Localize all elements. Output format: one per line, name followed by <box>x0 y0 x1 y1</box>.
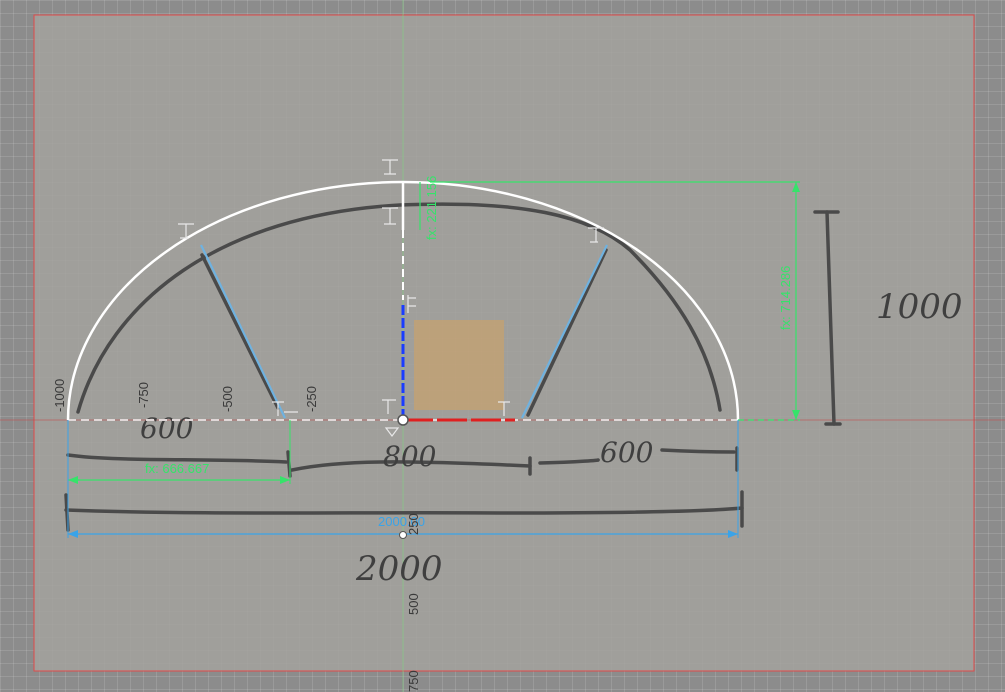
ruler-y-label: 750 <box>406 670 421 692</box>
handwritten-middle-width: 800 <box>383 440 436 473</box>
handwritten-left-width: 600 <box>140 412 193 445</box>
ruler-x-label: -250 <box>304 386 319 412</box>
left-span-label[interactable]: fx: 666.667 <box>145 461 209 476</box>
origin-point-icon[interactable] <box>397 414 409 426</box>
handwritten-right-width: 600 <box>600 436 653 469</box>
ruler-x-label: -500 <box>220 386 235 412</box>
ruler-y-label: 250 <box>406 513 421 535</box>
ruler-x-label: -1000 <box>52 379 67 412</box>
origin-plane-box[interactable] <box>414 320 504 410</box>
height-dimension-label[interactable]: fx: 714.286 <box>778 266 793 330</box>
sketch-canvas[interactable]: 600 800 600 2000 1000 fx: 714.286 fx: 22… <box>0 0 1005 692</box>
handwritten-total-width: 2000 <box>355 549 443 589</box>
ruler-x-label: -750 <box>136 382 151 408</box>
top-offset-label[interactable]: fx: 221.156 <box>424 176 439 240</box>
ruler-y-label: 500 <box>406 593 421 615</box>
handwritten-height: 1000 <box>876 287 963 327</box>
